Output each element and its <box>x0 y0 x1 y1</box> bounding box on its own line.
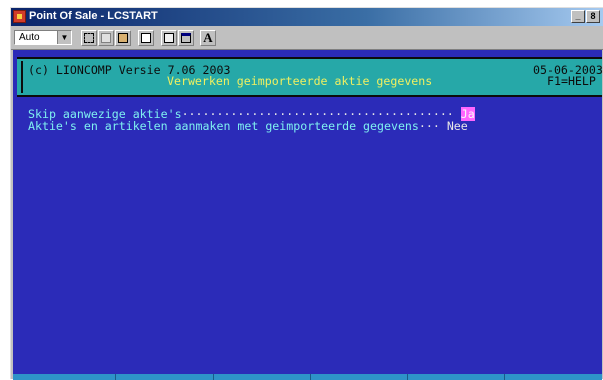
header-box-inner: (c) LIONCOMP Versie 7.06 2003 Verwerken … <box>21 61 602 93</box>
chevron-down-icon[interactable]: ▼ <box>57 31 71 44</box>
app-icon[interactable] <box>13 10 26 23</box>
font-icon[interactable]: A <box>200 30 216 46</box>
toolbar: Auto ▼ A <box>11 27 603 50</box>
title-bar[interactable]: Point Of Sale - LCSTART _ 8 <box>11 8 603 26</box>
header-box: (c) LIONCOMP Versie 7.06 2003 Verwerken … <box>17 57 602 97</box>
properties-icon[interactable] <box>161 30 177 46</box>
window-title: Point Of Sale - LCSTART <box>29 10 158 22</box>
font-size-select[interactable]: Auto ▼ <box>14 30 72 45</box>
field-label: Aktie's en artikelen aanmaken met geimpo… <box>28 119 419 133</box>
form-field-create[interactable]: Aktie's en artikelen aanmaken met geimpo… <box>28 120 468 132</box>
copy-icon[interactable] <box>98 30 114 46</box>
field-value-create[interactable]: Nee <box>447 119 468 133</box>
status-bar <box>13 374 602 380</box>
help-hint: F1=HELP <box>547 74 596 88</box>
paste-icon[interactable] <box>115 30 131 46</box>
field-dots: ··· <box>418 119 440 133</box>
restore-button[interactable]: 8 <box>586 10 600 23</box>
console-window: Point Of Sale - LCSTART _ 8 Auto ▼ A (c)… <box>10 7 603 380</box>
font-size-value: Auto <box>19 32 40 43</box>
minimize-button[interactable]: _ <box>571 10 585 23</box>
fullscreen-icon[interactable] <box>138 30 154 46</box>
console-area[interactable]: (c) LIONCOMP Versie 7.06 2003 Verwerken … <box>13 50 602 380</box>
screen-subtitle: Verwerken geimporteerde aktie gegevens <box>167 74 433 88</box>
background-icon[interactable] <box>178 30 194 46</box>
mark-icon[interactable] <box>81 30 97 46</box>
